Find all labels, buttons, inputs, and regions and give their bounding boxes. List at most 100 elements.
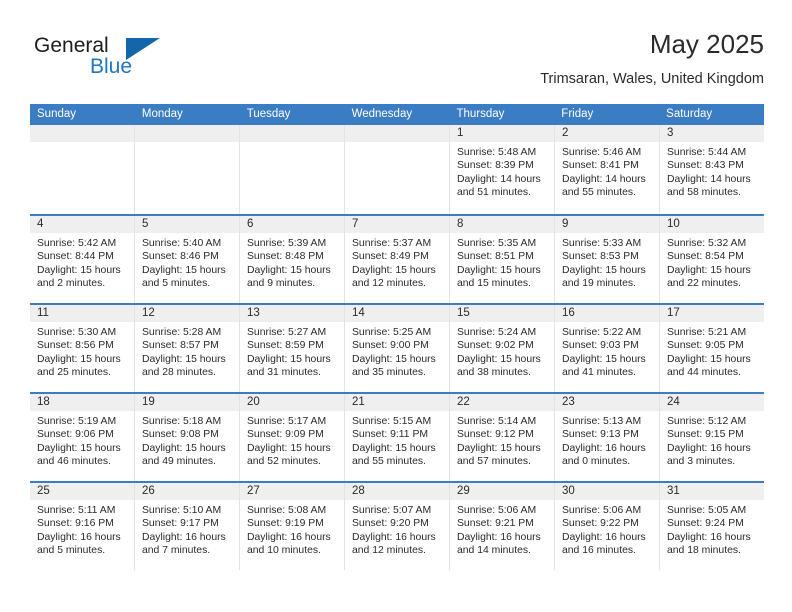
calendar-cell-day-27[interactable]: 27 Sunrise: 5:08 AM Sunset: 9:19 PM Dayligh… [239, 483, 344, 570]
calendar-cell-day-1[interactable]: 1 Sunrise: 5:48 AM Sunset: 8:39 PM Daylight… [449, 125, 554, 214]
day-detail-line: and 9 minutes. [247, 278, 316, 290]
calendar-cell-day-12[interactable]: 12 Sunrise: 5:28 AM Sunset: 8:57 PM Dayligh… [134, 305, 239, 392]
calendar-cell-day-13[interactable]: 13 Sunrise: 5:27 AM Sunset: 8:59 PM Dayligh… [239, 305, 344, 392]
calendar-cell-day-21[interactable]: 21 Sunrise: 5:15 AM Sunset: 9:11 PM Dayligh… [344, 394, 449, 481]
calendar-cell-day-26[interactable]: 26 Sunrise: 5:10 AM Sunset: 9:17 PM Dayligh… [134, 483, 239, 570]
calendar-cell-day-14[interactable]: 14 Sunrise: 5:25 AM Sunset: 9:00 PM Dayligh… [344, 305, 449, 392]
day-detail-line: Daylight: 15 hours [37, 264, 121, 276]
day-detail-line: Sunrise: 5:35 AM [457, 238, 537, 249]
page-subtitle: Trimsaran, Wales, United Kingdom [540, 71, 764, 87]
day-details [135, 142, 239, 146]
day-detail-line: Sunrise: 5:11 AM [37, 505, 116, 516]
calendar-cell-empty [344, 125, 449, 214]
day-detail-line: and 18 minutes. [667, 545, 741, 557]
day-detail-line: Daylight: 15 hours [37, 353, 121, 365]
day-detail-line: Sunset: 9:03 PM [562, 340, 639, 352]
day-number: 4 [37, 218, 44, 230]
day-detail-line: Sunrise: 5:40 AM [142, 238, 222, 249]
calendar-week-row: 4 Sunrise: 5:42 AM Sunset: 8:44 PM Daylight… [30, 214, 764, 303]
day-detail-line: Sunset: 8:53 PM [562, 251, 639, 263]
day-detail-line: Daylight: 15 hours [142, 442, 226, 454]
day-detail-line: and 31 minutes. [247, 367, 321, 379]
calendar-cell-day-2[interactable]: 2 Sunrise: 5:46 AM Sunset: 8:41 PM Daylight… [554, 125, 659, 214]
day-detail-line: Daylight: 16 hours [667, 442, 751, 454]
day-detail-line: Sunset: 9:24 PM [667, 518, 744, 530]
day-detail-line: and 16 minutes. [562, 545, 636, 557]
calendar-cell-day-29[interactable]: 29 Sunrise: 5:06 AM Sunset: 9:21 PM Dayligh… [449, 483, 554, 570]
day-number: 25 [37, 485, 50, 497]
calendar-cell-day-10[interactable]: 10 Sunrise: 5:32 AM Sunset: 8:54 PM Dayligh… [659, 216, 764, 303]
day-detail-line: Sunrise: 5:17 AM [247, 416, 327, 427]
day-details: Sunrise: 5:21 AM Sunset: 9:05 PM Daylight:… [660, 322, 764, 380]
calendar-cell-day-25[interactable]: 25 Sunrise: 5:11 AM Sunset: 9:16 PM Dayligh… [30, 483, 134, 570]
day-detail-line: Sunset: 9:11 PM [352, 429, 429, 441]
day-number: 2 [562, 127, 569, 139]
day-details: Sunrise: 5:24 AM Sunset: 9:02 PM Daylight:… [450, 322, 554, 380]
day-detail-line: Daylight: 15 hours [247, 442, 331, 454]
calendar-cell-day-24[interactable]: 24 Sunrise: 5:12 AM Sunset: 9:15 PM Dayligh… [659, 394, 764, 481]
day-number: 9 [562, 218, 569, 230]
day-detail-line: Daylight: 15 hours [667, 353, 751, 365]
day-number: 17 [667, 307, 680, 319]
day-detail-line: Sunrise: 5:48 AM [457, 147, 537, 158]
day-details: Sunrise: 5:11 AM Sunset: 9:16 PM Daylight:… [30, 500, 134, 558]
day-detail-line: Daylight: 14 hours [457, 173, 541, 185]
day-detail-line: Sunset: 9:22 PM [562, 518, 639, 530]
day-detail-line: and 0 minutes. [562, 456, 631, 468]
calendar-cell-day-9[interactable]: 9 Sunrise: 5:33 AM Sunset: 8:53 PM Daylight… [554, 216, 659, 303]
day-detail-line: Sunrise: 5:33 AM [562, 238, 642, 249]
calendar-cell-day-5[interactable]: 5 Sunrise: 5:40 AM Sunset: 8:46 PM Daylight… [134, 216, 239, 303]
day-detail-line: Sunrise: 5:24 AM [457, 327, 537, 338]
calendar-cell-day-20[interactable]: 20 Sunrise: 5:17 AM Sunset: 9:09 PM Dayligh… [239, 394, 344, 481]
day-number-strip: 10 [660, 216, 764, 233]
calendar-cell-day-19[interactable]: 19 Sunrise: 5:18 AM Sunset: 9:08 PM Dayligh… [134, 394, 239, 481]
day-number: 23 [562, 396, 575, 408]
title-block: May 2025 Trimsaran, Wales, United Kingdo… [540, 28, 764, 89]
day-details: Sunrise: 5:35 AM Sunset: 8:51 PM Daylight:… [450, 233, 554, 291]
day-detail-line: Sunset: 8:41 PM [562, 160, 639, 172]
calendar-cell-day-23[interactable]: 23 Sunrise: 5:13 AM Sunset: 9:13 PM Dayligh… [554, 394, 659, 481]
day-detail-line: Sunrise: 5:12 AM [667, 416, 747, 427]
calendar-cell-day-7[interactable]: 7 Sunrise: 5:37 AM Sunset: 8:49 PM Daylight… [344, 216, 449, 303]
day-number-strip: 7 [345, 216, 449, 233]
day-details: Sunrise: 5:12 AM Sunset: 9:15 PM Daylight:… [660, 411, 764, 469]
calendar-cell-day-22[interactable]: 22 Sunrise: 5:14 AM Sunset: 9:12 PM Dayligh… [449, 394, 554, 481]
calendar-cell-day-16[interactable]: 16 Sunrise: 5:22 AM Sunset: 9:03 PM Dayligh… [554, 305, 659, 392]
calendar-cell-empty [134, 125, 239, 214]
day-number: 19 [142, 396, 155, 408]
day-detail-line: and 52 minutes. [247, 456, 321, 468]
calendar-cell-day-8[interactable]: 8 Sunrise: 5:35 AM Sunset: 8:51 PM Daylight… [449, 216, 554, 303]
day-detail-line: and 2 minutes. [37, 278, 106, 290]
calendar-cell-day-6[interactable]: 6 Sunrise: 5:39 AM Sunset: 8:48 PM Daylight… [239, 216, 344, 303]
day-number-strip: 26 [135, 483, 239, 500]
day-number: 10 [667, 218, 680, 230]
day-detail-line: Sunrise: 5:28 AM [142, 327, 222, 338]
day-details: Sunrise: 5:17 AM Sunset: 9:09 PM Daylight:… [240, 411, 344, 469]
day-detail-line: and 12 minutes. [352, 545, 426, 557]
calendar-cell-day-18[interactable]: 18 Sunrise: 5:19 AM Sunset: 9:06 PM Dayligh… [30, 394, 134, 481]
day-number: 18 [37, 396, 50, 408]
day-number-strip: 14 [345, 305, 449, 322]
day-number-strip: 18 [30, 394, 134, 411]
day-detail-line: Sunset: 9:13 PM [562, 429, 639, 441]
day-detail-line: Sunrise: 5:10 AM [142, 505, 222, 516]
general-blue-logo[interactable]: General Blue [30, 34, 210, 88]
calendar-cell-day-11[interactable]: 11 Sunrise: 5:30 AM Sunset: 8:56 PM Dayligh… [30, 305, 134, 392]
day-number-strip: 30 [555, 483, 659, 500]
day-detail-line: Sunset: 9:06 PM [37, 429, 114, 441]
day-details: Sunrise: 5:07 AM Sunset: 9:20 PM Daylight:… [345, 500, 449, 558]
day-detail-line: Daylight: 15 hours [37, 442, 121, 454]
calendar-cell-day-30[interactable]: 30 Sunrise: 5:06 AM Sunset: 9:22 PM Dayligh… [554, 483, 659, 570]
calendar-cell-day-17[interactable]: 17 Sunrise: 5:21 AM Sunset: 9:05 PM Dayligh… [659, 305, 764, 392]
day-detail-line: Sunrise: 5:37 AM [352, 238, 432, 249]
weekday-header-monday: Monday [141, 108, 183, 120]
day-detail-line: and 5 minutes. [37, 545, 106, 557]
calendar-cell-day-4[interactable]: 4 Sunrise: 5:42 AM Sunset: 8:44 PM Daylight… [30, 216, 134, 303]
day-detail-line: Sunset: 9:16 PM [37, 518, 114, 530]
day-detail-line: Sunset: 8:48 PM [247, 251, 324, 263]
calendar-cell-day-31[interactable]: 31 Sunrise: 5:05 AM Sunset: 9:24 PM Dayligh… [659, 483, 764, 570]
day-detail-line: and 55 minutes. [352, 456, 426, 468]
calendar-cell-day-28[interactable]: 28 Sunrise: 5:07 AM Sunset: 9:20 PM Dayligh… [344, 483, 449, 570]
calendar-cell-day-15[interactable]: 15 Sunrise: 5:24 AM Sunset: 9:02 PM Dayligh… [449, 305, 554, 392]
calendar-cell-day-3[interactable]: 3 Sunrise: 5:44 AM Sunset: 8:43 PM Daylight… [659, 125, 764, 214]
